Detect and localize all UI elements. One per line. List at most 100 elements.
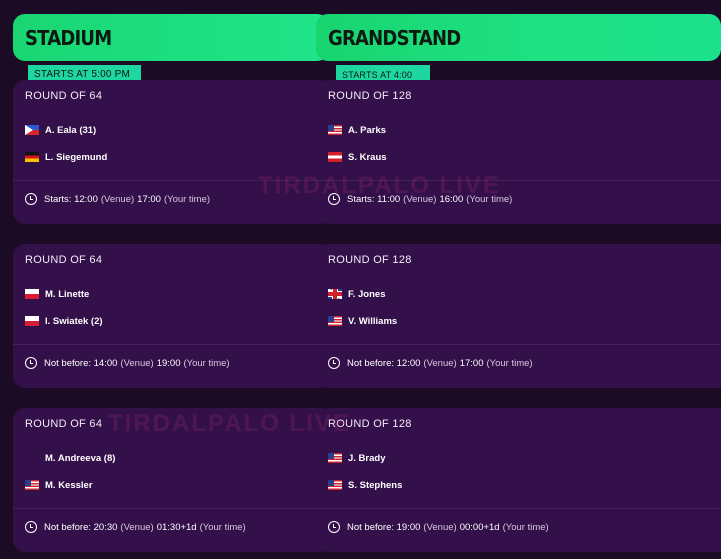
- match-time: Not before: 12:00 (Venue) 17:00 (Your time): [328, 355, 536, 371]
- clock-icon: [328, 357, 340, 369]
- court-header[interactable]: GRANDSTAND: [316, 14, 721, 61]
- player-row[interactable]: V. Williams: [328, 314, 397, 328]
- time-label: Starts:: [347, 193, 375, 205]
- court-title: STADIUM: [25, 27, 112, 51]
- player-name: A. Parks: [348, 124, 387, 136]
- venue-label: (Venue): [403, 193, 437, 205]
- player-name: F. Jones: [348, 288, 386, 300]
- your-time-label: (Your time): [502, 521, 549, 533]
- match-time: Starts: 12:00 (Venue) 17:00 (Your time): [25, 191, 213, 207]
- venue-label: (Venue): [120, 357, 154, 369]
- your-time: 16:00: [439, 193, 464, 205]
- venue-time: 20:30: [93, 521, 118, 533]
- usa-flag-icon: [25, 480, 39, 490]
- player-row[interactable]: L. Siegemund: [25, 150, 107, 164]
- philippines-flag-icon: [25, 125, 39, 135]
- your-time: 01:30+1d: [156, 521, 197, 533]
- player-name: A. Eala (31): [45, 124, 97, 136]
- player-name: I. Swiatek (2): [45, 315, 103, 327]
- round-label: ROUND OF 64: [25, 254, 103, 266]
- match-time: Not before: 14:00 (Venue) 19:00 (Your time): [25, 355, 233, 371]
- time-label: Not before:: [347, 521, 394, 533]
- usa-flag-icon: [328, 480, 342, 490]
- player-row[interactable]: S. Kraus: [328, 150, 387, 164]
- venue-time: 12:00: [396, 357, 421, 369]
- court-title: GRANDSTAND: [328, 27, 461, 51]
- poland-flag-icon: [25, 289, 39, 299]
- match-card[interactable]: ROUND OF 64 M. Andreeva (8) M. Kessler N…: [13, 408, 333, 552]
- uk-flag-icon: [328, 289, 342, 299]
- player-name: S. Stephens: [348, 479, 403, 491]
- match-card[interactable]: ROUND OF 64 A. Eala (31) L. Siegemund St…: [13, 80, 333, 224]
- match-time: Not before: 20:30 (Venue) 01:30+1d (Your ti…: [25, 519, 249, 535]
- round-label: ROUND OF 128: [328, 90, 412, 102]
- round-label: ROUND OF 128: [328, 418, 412, 430]
- match-card[interactable]: ROUND OF 128 F. Jones V. Williams Not be…: [318, 244, 721, 388]
- player-row[interactable]: S. Stephens: [328, 478, 402, 492]
- round-label: ROUND OF 64: [25, 418, 103, 430]
- player-name: V. Williams: [348, 315, 398, 327]
- clock-icon: [25, 357, 37, 369]
- time-label: Not before:: [44, 521, 91, 533]
- venue-label: (Venue): [100, 193, 135, 205]
- player-name: J. Brady: [348, 452, 386, 464]
- divider: [318, 508, 721, 509]
- poland-flag-icon: [25, 316, 39, 326]
- player-row[interactable]: A. Parks: [328, 123, 386, 137]
- match-time: Starts: 11:00 (Venue) 16:00 (Your time): [328, 191, 515, 207]
- player-row[interactable]: M. Linette: [25, 287, 89, 301]
- player-name: M. Linette: [45, 288, 90, 300]
- match-time: Not before: 19:00 (Venue) 00:00+1d (Your ti…: [328, 519, 552, 535]
- clock-icon: [328, 521, 340, 533]
- time-label: Not before:: [347, 357, 394, 369]
- venue-label: (Venue): [120, 521, 154, 533]
- your-time-label: (Your time): [466, 193, 513, 205]
- clock-icon: [328, 193, 340, 205]
- player-row[interactable]: M. Kessler: [25, 478, 93, 492]
- germany-flag-icon: [25, 152, 39, 162]
- venue-time: 11:00: [377, 193, 401, 205]
- usa-flag-icon: [328, 453, 342, 463]
- your-time-label: (Your time): [486, 357, 533, 369]
- player-name: S. Kraus: [348, 151, 387, 163]
- match-card[interactable]: ROUND OF 64 M. Linette I. Swiatek (2) No…: [13, 244, 333, 388]
- venue-time: 19:00: [396, 521, 421, 533]
- match-card[interactable]: ROUND OF 128 J. Brady S. Stephens Not be…: [318, 408, 721, 552]
- clock-icon: [25, 193, 37, 205]
- player-name: L. Siegemund: [45, 151, 108, 163]
- venue-label: (Venue): [423, 357, 457, 369]
- player-row[interactable]: M. Andreeva (8): [25, 451, 115, 465]
- divider: [13, 508, 333, 509]
- player-name: M. Kessler: [45, 479, 93, 491]
- player-row[interactable]: J. Brady: [328, 451, 386, 465]
- player-row[interactable]: A. Eala (31): [25, 123, 96, 137]
- your-time-label: (Your time): [183, 357, 230, 369]
- venue-time: 14:00: [93, 357, 118, 369]
- your-time-label: (Your time): [163, 193, 211, 205]
- player-row[interactable]: I. Swiatek (2): [25, 314, 103, 328]
- your-time: 17:00: [459, 357, 484, 369]
- austria-flag-icon: [328, 152, 342, 162]
- court-header[interactable]: STADIUM: [13, 14, 329, 61]
- usa-flag-icon: [328, 316, 342, 326]
- match-card[interactable]: ROUND OF 128 A. Parks S. Kraus Starts: 1…: [318, 80, 721, 224]
- court-column-grandstand: GRANDSTAND STARTS AT 4:00 PM ROUND OF 12…: [316, 0, 721, 559]
- your-time-label: (Your time): [199, 521, 246, 533]
- divider: [13, 180, 333, 181]
- round-label: ROUND OF 64: [25, 90, 103, 102]
- time-label: Not before:: [44, 357, 91, 369]
- divider: [318, 344, 721, 345]
- player-row[interactable]: F. Jones: [328, 287, 386, 301]
- divider: [318, 180, 721, 181]
- time-label: Starts:: [44, 193, 72, 205]
- your-time: 19:00: [156, 357, 181, 369]
- your-time: 17:00: [137, 193, 161, 205]
- clock-icon: [25, 521, 37, 533]
- venue-time: 12:00: [74, 193, 98, 205]
- court-column-stadium: STADIUM STARTS AT 5:00 PM ROUND OF 64 A.…: [0, 0, 333, 559]
- no-flag-icon: [25, 453, 39, 463]
- your-time: 00:00+1d: [459, 521, 500, 533]
- player-name: M. Andreeva (8): [45, 452, 116, 464]
- round-label: ROUND OF 128: [328, 254, 412, 266]
- divider: [13, 344, 333, 345]
